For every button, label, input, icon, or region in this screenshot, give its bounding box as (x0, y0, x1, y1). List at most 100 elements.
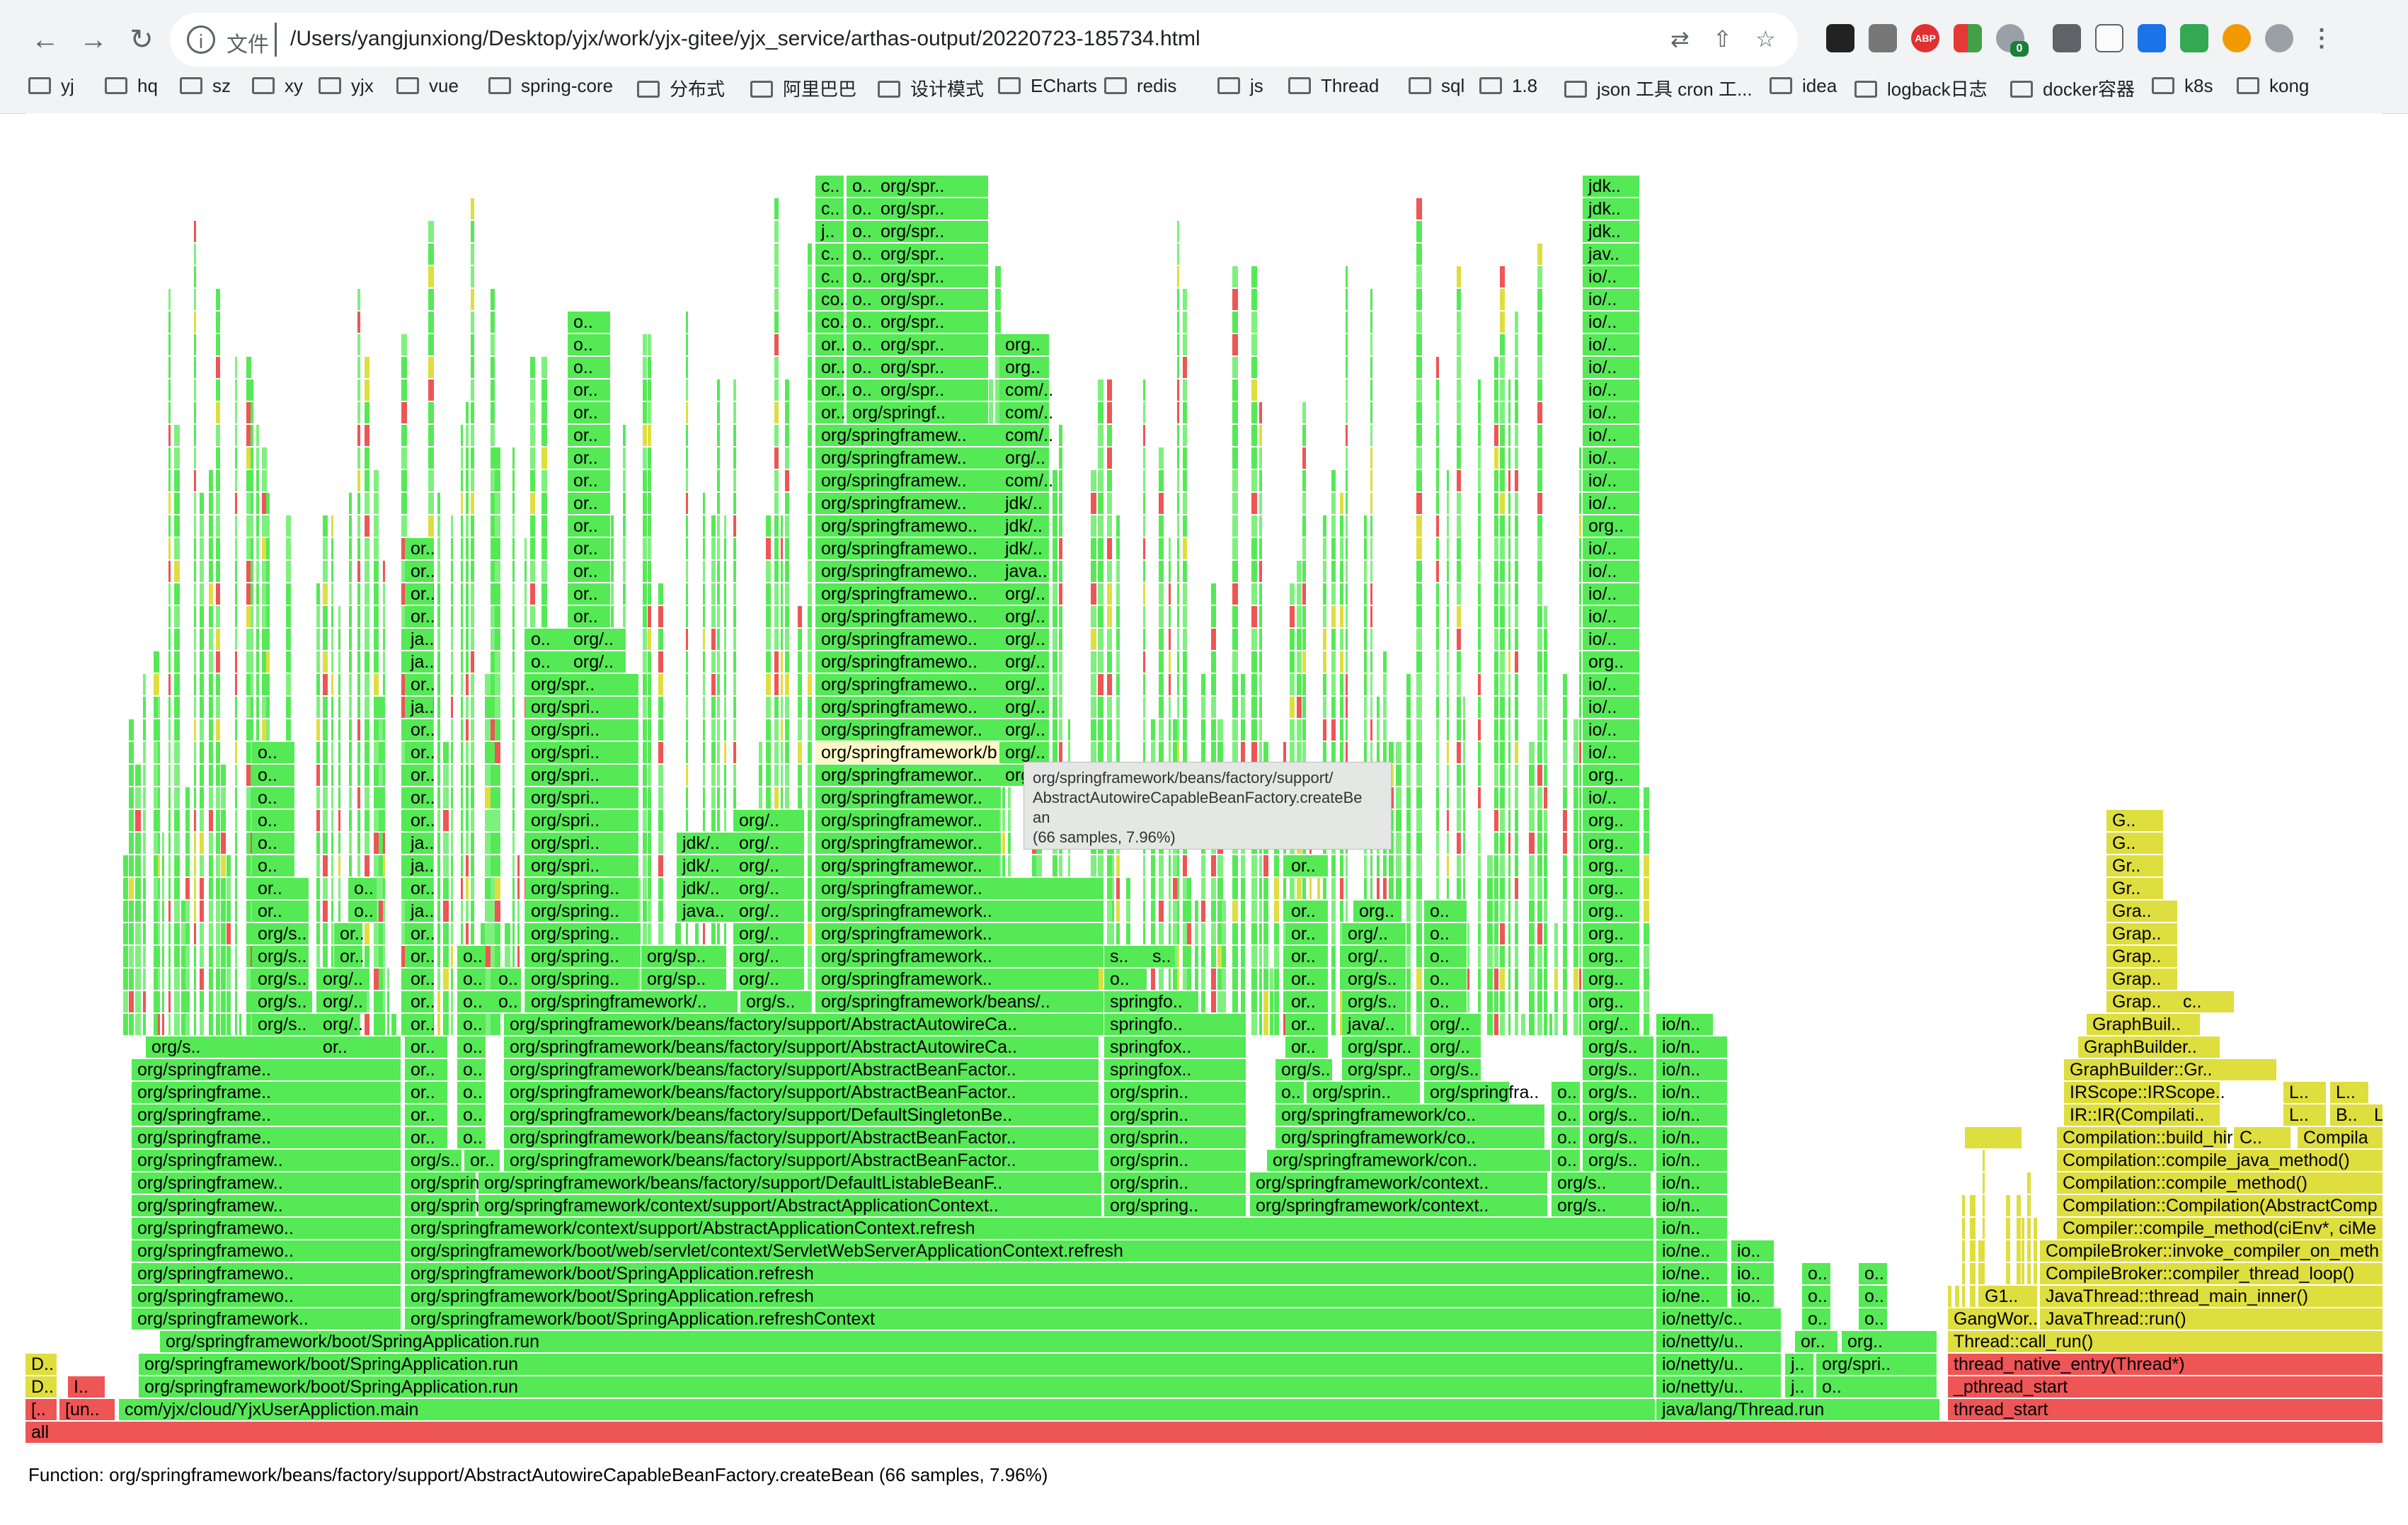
flame-frame[interactable]: com/.. (999, 470, 1053, 491)
flame-frame[interactable]: Compilation::compile_java_method() (2057, 1150, 2383, 1171)
flame-frame[interactable]: org/springframewo.. (815, 583, 999, 605)
flame-frame[interactable]: or.. (1285, 991, 1328, 1012)
flame-frame[interactable]: org/spr.. (875, 289, 988, 310)
flame-frame[interactable]: org.. (1583, 651, 1639, 673)
flame-frame[interactable]: io/netty/u.. (1656, 1354, 1781, 1375)
flame-frame[interactable]: or.. (405, 1036, 447, 1058)
flame-frame[interactable]: jdk/.. (677, 833, 733, 854)
flame-frame[interactable]: org/sprin.. (1104, 1082, 1246, 1103)
flame-frame[interactable]: org/spring.. (525, 923, 638, 944)
flame-frame[interactable]: org/springframework.. (815, 969, 1099, 990)
flame-frame[interactable]: GraphBuilder::Gr.. (2064, 1059, 2276, 1080)
flame-frame[interactable]: io/.. (1583, 334, 1639, 355)
flame-frame[interactable]: org/sp.. (641, 946, 726, 967)
flame-frame[interactable]: G1.. (1979, 1286, 2036, 1307)
bookmark-0[interactable]: yj (28, 75, 74, 103)
flame-frame[interactable]: springfo.. (1104, 991, 1196, 1012)
flame-frame[interactable]: org/springframewo.. (815, 538, 999, 559)
bookmark-7[interactable]: 分布式 (637, 75, 725, 103)
flame-frame[interactable]: jdk/.. (999, 493, 1049, 514)
flame-frame[interactable]: org/springframewor.. (815, 810, 999, 831)
flame-frame[interactable]: org/springframewo.. (815, 651, 999, 673)
flame-frame[interactable]: o.. (847, 198, 875, 219)
flame-frame[interactable]: io/.. (1583, 583, 1639, 605)
flame-frame[interactable]: org/.. (1424, 1036, 1481, 1058)
flame-frame[interactable]: org/spr.. (875, 357, 988, 378)
flame-frame[interactable]: org/spr.. (875, 198, 988, 219)
flame-frame[interactable]: org.. (1583, 923, 1639, 944)
flame-frame[interactable]: io/.. (1583, 538, 1639, 559)
flame-frame[interactable]: CompileBroker::compiler_thread_loop() (2040, 1263, 2383, 1284)
flame-frame[interactable]: org.. (1583, 515, 1639, 537)
flame-frame[interactable]: java.. (677, 901, 733, 922)
flame-frame[interactable]: org/spring.. (1104, 1195, 1246, 1216)
flame-frame[interactable]: org/spri.. (525, 697, 638, 718)
flame-frame[interactable]: or.. (405, 674, 435, 695)
flame-frame[interactable]: thread_start (1948, 1399, 2383, 1420)
flame-frame[interactable]: org/spri.. (525, 810, 638, 831)
flame-frame[interactable]: org/springframework/boot/web/servlet/con… (405, 1240, 1653, 1262)
flame-frame[interactable]: org/springframewor.. (815, 855, 999, 876)
flame-frame[interactable]: o.. (1859, 1308, 1887, 1330)
flame-frame[interactable]: org/springframework/context/support/Abst… (405, 1218, 1653, 1239)
flame-frame[interactable]: org/springframework/con.. (1267, 1150, 1550, 1171)
bookmark-2[interactable]: sz (180, 75, 231, 103)
flame-frame[interactable]: I.. (68, 1376, 105, 1398)
flame-frame[interactable]: org/sprin.. (405, 1172, 489, 1194)
flame-frame[interactable]: c.. (815, 176, 844, 197)
flame-frame[interactable]: [un.. (59, 1399, 115, 1420)
flame-frame[interactable]: G.. (2106, 810, 2163, 831)
flame-frame[interactable]: j.. (815, 221, 844, 242)
flame-frame[interactable]: org/s.. (1583, 1059, 1653, 1080)
flame-frame[interactable]: o.. (457, 1127, 486, 1148)
flame-frame[interactable]: org.. (1583, 878, 1639, 899)
flame-frame[interactable]: org/spri.. (525, 787, 638, 809)
flame-frame[interactable]: io/n.. (1656, 1014, 1713, 1035)
frame-rect[interactable] (25, 1422, 2383, 1443)
flame-frame[interactable]: j.. (1785, 1354, 1813, 1375)
flame-frame[interactable]: or.. (815, 402, 846, 423)
flame-frame[interactable]: org/springframework.. (815, 901, 1099, 922)
flame-frame[interactable]: L.. (2283, 1082, 2326, 1103)
flame-frame[interactable]: org/spri.. (525, 742, 638, 763)
flame-frame[interactable]: ja.. (405, 833, 434, 854)
flame-frame[interactable]: org/springframew.. (132, 1150, 401, 1171)
flame-frame[interactable]: java/.. (1342, 1014, 1406, 1035)
puzzle-icon[interactable] (2223, 24, 2251, 52)
flame-frame[interactable]: or.. (334, 946, 365, 967)
flame-frame[interactable]: or.. (1285, 1036, 1328, 1058)
flame-frame[interactable]: springfox.. (1104, 1059, 1246, 1080)
flame-frame[interactable]: io/ne.. (1656, 1240, 1727, 1262)
bookmark-15[interactable]: 1.8 (1479, 75, 1537, 103)
flame-frame[interactable]: o.. (1802, 1286, 1830, 1307)
flame-frame[interactable]: org/.. (1424, 1014, 1481, 1035)
flame-frame[interactable]: o.. (1424, 969, 1467, 990)
flame-frame[interactable]: org/.. (1583, 1014, 1639, 1035)
flame-frame[interactable]: java.. (999, 561, 1049, 582)
flame-frame[interactable]: JavaThread::thread_main_inner() (2040, 1286, 2383, 1307)
bookmark-21[interactable]: kong (2237, 75, 2309, 103)
flame-frame[interactable]: [.. (25, 1399, 57, 1420)
flame-frame[interactable]: o.. (1424, 901, 1467, 922)
flame-frame[interactable]: org.. (999, 357, 1049, 378)
flame-frame[interactable]: s.. (1147, 946, 1175, 967)
flame-frame[interactable]: or.. (405, 1014, 435, 1035)
flame-frame[interactable]: org/s.. (740, 991, 811, 1012)
flame-frame[interactable]: org/spring.. (525, 969, 638, 990)
flame-frame[interactable]: org/springframework/beans/factory/suppor… (478, 1172, 1101, 1194)
flame-frame[interactable]: Compilation::Compilation(AbstractComp (2057, 1195, 2383, 1216)
flame-frame[interactable]: org/spr.. (875, 244, 988, 265)
bookmark-8[interactable]: 阿里巴巴 (750, 75, 856, 103)
flame-frame[interactable]: org/spri.. (1816, 1354, 1937, 1375)
flame-frame[interactable]: org/springframewo.. (815, 561, 999, 582)
flame-frame[interactable]: org/.. (1342, 923, 1406, 944)
flame-frame[interactable]: org/s.. (146, 1036, 401, 1058)
flame-frame[interactable]: org/s.. (252, 969, 309, 990)
flame-frame[interactable]: jdk/.. (677, 878, 733, 899)
bookmark-3[interactable]: xy (252, 75, 303, 103)
flame-frame[interactable]: org/.. (999, 651, 1049, 673)
flame-frame[interactable]: org/springframework/beans/.. (815, 991, 1099, 1012)
flame-frame[interactable]: org/s.. (1424, 1059, 1481, 1080)
flame-frame[interactable]: org.. (1583, 810, 1639, 831)
profile-icon[interactable] (2265, 24, 2293, 52)
